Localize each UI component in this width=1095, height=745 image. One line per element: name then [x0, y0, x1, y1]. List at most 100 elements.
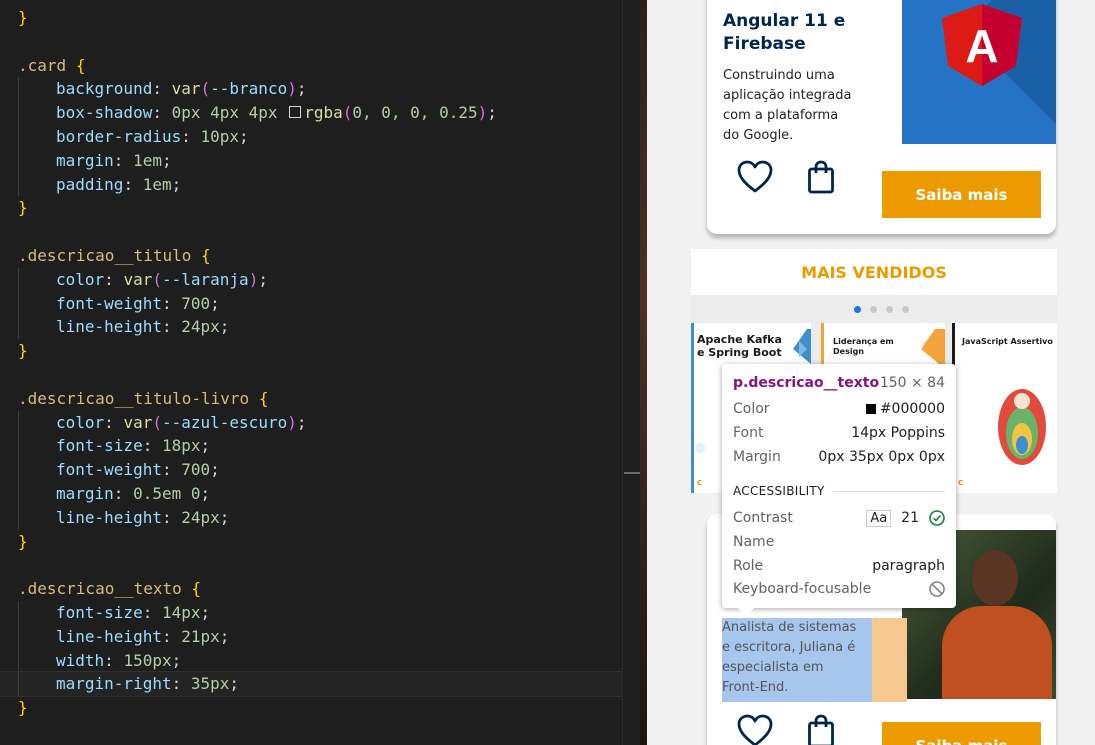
css-property: border-radius — [56, 126, 182, 146]
code-line[interactable]: } — [18, 6, 640, 30]
code-line[interactable]: .descricao__titulo-livro { — [18, 387, 640, 411]
book-title: Angular 11 e Firebase — [723, 10, 845, 56]
css-value: 700 — [181, 293, 211, 313]
code-line[interactable]: line-height: 24px; — [18, 505, 640, 530]
code-line[interactable]: .descricao__texto { — [18, 577, 640, 601]
css-value: 150px — [123, 650, 172, 670]
css-value: 35px — [190, 674, 230, 694]
book-card-angular: Angular 11 e Firebase Construindo uma ap… — [707, 0, 1056, 234]
saiba-mais-button[interactable]: Saiba mais — [882, 722, 1041, 745]
code-editor[interactable]: } .card {background: var(--branco); box-s… — [0, 0, 640, 745]
css-variable: --laranja — [161, 269, 249, 289]
css-value: 24px — [181, 507, 220, 527]
tooltip-header: p.descricao__texto 150 × 84 — [733, 372, 945, 394]
code-line[interactable]: font-size: 18px; — [18, 434, 640, 459]
code-line[interactable]: } — [18, 530, 640, 554]
code-line[interactable] — [18, 553, 640, 577]
inspect-margin-highlight — [872, 618, 907, 702]
code-line[interactable] — [18, 220, 640, 244]
code-line[interactable]: margin: 0.5em 0; — [18, 481, 640, 506]
row-label: Font — [733, 425, 764, 441]
section-title: MAIS VENDIDOS — [691, 249, 1057, 295]
code-line[interactable] — [18, 363, 640, 387]
code-line[interactable]: line-height: 21px; — [18, 624, 640, 649]
css-property: font-size — [56, 602, 143, 622]
book-cover-title: JavaScript Assertivo — [962, 337, 1053, 346]
row-value: 14px Poppins — [851, 425, 945, 441]
description-line: e escritora, Juliana é — [722, 640, 856, 655]
code-line[interactable]: font-weight: 700; — [18, 291, 640, 316]
color-swatch-icon[interactable] — [289, 106, 302, 119]
author-description: Analista de sistemas e escritora, Julian… — [722, 618, 872, 698]
description-line: Front-End. — [722, 680, 789, 695]
code-line[interactable]: line-height: 24px; — [18, 315, 640, 340]
css-property: padding — [56, 174, 124, 194]
css-value: 1em — [133, 150, 162, 170]
css-value: 0px 4px 4px — [171, 103, 278, 123]
contrast-ratio: 21 — [901, 510, 919, 526]
carousel-dot[interactable] — [902, 306, 909, 313]
code-line[interactable]: background: var(--branco); — [18, 77, 640, 102]
heading-text: ACCESSIBILITY — [733, 484, 825, 498]
scrollbar-thumb-marker[interactable] — [624, 472, 640, 474]
row-value: 0px 35px 0px 0px — [818, 449, 945, 465]
row-label: Role — [733, 558, 764, 574]
css-property: margin — [56, 483, 114, 503]
code-line[interactable]: color: var(--laranja); — [18, 267, 640, 292]
element-selector: p.descricao__texto — [733, 375, 880, 391]
row-value: Aa 21 — [866, 509, 945, 527]
code-line[interactable]: margin: 1em; — [18, 148, 640, 173]
carousel-dot[interactable] — [886, 306, 893, 313]
code-line[interactable]: padding: 1em; — [18, 172, 640, 197]
carousel-dot[interactable] — [854, 306, 861, 313]
tooltip-row-color: Color #000000 — [733, 398, 945, 420]
css-value: 18px — [161, 436, 201, 456]
code-line[interactable]: } — [18, 696, 640, 720]
favorite-button[interactable] — [737, 714, 773, 745]
code-line[interactable]: } — [18, 196, 640, 220]
book-title-line: Angular 11 e — [723, 11, 846, 31]
code-line[interactable]: box-shadow: 0px 4px 4px rgba(0, 0, 0, 0.… — [18, 101, 640, 125]
css-property: font-weight — [56, 293, 162, 313]
tooltip-row-contrast: Contrast Aa 21 — [733, 507, 945, 529]
code-line[interactable]: font-size: 14px; — [18, 600, 640, 625]
code-line[interactable]: width: 150px; — [18, 648, 640, 673]
code-line[interactable]: .card { — [18, 54, 640, 78]
css-variable: --branco — [210, 79, 288, 99]
add-to-cart-button[interactable] — [807, 714, 835, 745]
css-property: margin-right — [56, 674, 172, 694]
book-description: Construindo uma aplicação integrada com … — [723, 66, 851, 146]
description-line: Construindo uma — [723, 68, 835, 83]
favorite-button[interactable] — [737, 160, 773, 198]
not-focusable-icon — [929, 581, 945, 597]
tooltip-row-font: Font 14px Poppins — [733, 422, 945, 444]
code-line[interactable] — [18, 30, 640, 54]
accessibility-heading: ACCESSIBILITY — [733, 484, 945, 498]
code-line[interactable]: color: var(--azul-escuro); — [18, 410, 640, 435]
row-value: #000000 — [865, 401, 945, 417]
css-value: 700 — [181, 460, 211, 480]
css-source: } .card {background: var(--branco); box-s… — [0, 6, 640, 720]
carousel-book-javascript[interactable]: JavaScript Assertivo C — [952, 323, 1057, 493]
code-line[interactable]: margin-right: 35px; — [0, 671, 640, 698]
saiba-mais-button[interactable]: Saiba mais — [882, 171, 1041, 218]
carousel-dot[interactable] — [870, 306, 877, 313]
code-line[interactable]: } — [18, 339, 640, 363]
css-function: rgba — [304, 103, 343, 123]
heart-icon — [737, 160, 773, 193]
code-line[interactable]: border-radius: 10px; — [18, 124, 640, 149]
code-line[interactable]: font-weight: 700; — [18, 458, 640, 482]
css-value: 24px — [181, 317, 220, 337]
code-line[interactable]: .descricao__titulo { — [18, 244, 640, 268]
element-size: 150 × 84 — [879, 375, 945, 391]
add-to-cart-button[interactable] — [807, 160, 835, 198]
css-value: 0.5em 0 — [133, 483, 201, 503]
publisher-logo: C — [958, 479, 964, 487]
heart-icon — [737, 714, 773, 745]
row-label: Color — [733, 401, 770, 417]
row-label: Keyboard-focusable — [733, 581, 872, 597]
editor-scrollbar[interactable] — [622, 0, 640, 745]
pane-divider[interactable] — [640, 0, 647, 745]
tooltip-row-margin: Margin 0px 35px 0px 0px — [733, 446, 945, 468]
inspect-tooltip: p.descricao__texto 150 × 84 Color #00000… — [722, 364, 956, 616]
